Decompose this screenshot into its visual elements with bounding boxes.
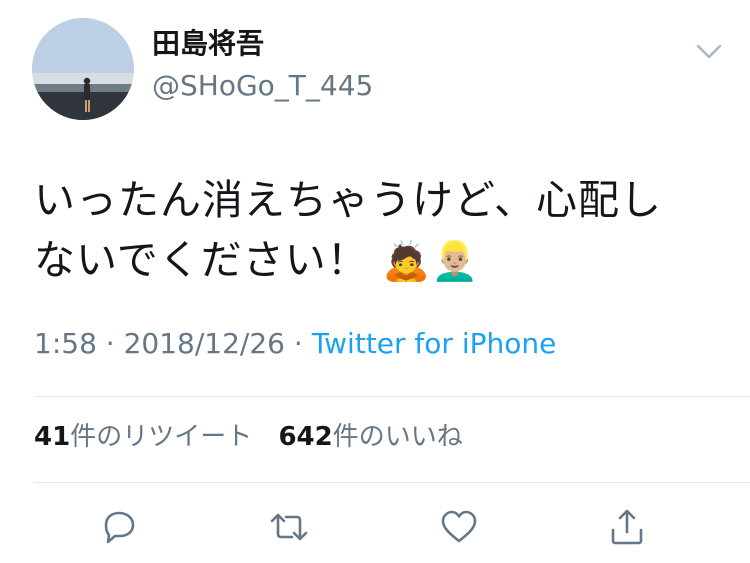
tweet-text: いったん消えちゃうけど、心配し ないでください！ 🙇👱🏼‍♂️	[34, 170, 724, 291]
heart-icon[interactable]	[438, 506, 480, 548]
meta-separator: ·	[96, 327, 124, 360]
display-name[interactable]: 田島将吾	[152, 30, 264, 58]
likes-count: 642	[278, 422, 333, 452]
avatar-photo	[32, 18, 134, 120]
tweet-text-line-2: ないでください！ 🙇👱🏼‍♂️	[34, 230, 724, 291]
divider	[34, 396, 750, 397]
tweet-meta: 1:58 · 2018/12/26 · Twitter for iPhone	[34, 330, 556, 358]
meta-separator: ·	[284, 327, 312, 360]
retweets-stat[interactable]: 41件のリツイート	[34, 422, 252, 452]
user-handle[interactable]: @SHoGo_T_445	[152, 72, 373, 100]
tweet-text-line-2-text: ないでください！	[34, 236, 369, 284]
chevron-down-icon[interactable]	[696, 42, 722, 62]
tweet-text-line-1: いったん消えちゃうけど、心配し	[34, 176, 662, 224]
retweets-count: 41	[34, 422, 71, 452]
engagement-stats: 41件のリツイート 642件のいいね	[34, 424, 481, 450]
blond-man-emoji: 👱🏼‍♂️	[431, 239, 480, 283]
retweet-icon[interactable]	[268, 506, 310, 548]
tweet-date: 2018/12/26	[123, 327, 285, 360]
likes-stat[interactable]: 642件のいいね	[278, 422, 462, 452]
retweets-label: 件のリツイート	[70, 422, 253, 452]
share-icon[interactable]	[606, 506, 648, 548]
tweet-card: 田島将吾 @SHoGo_T_445 いったん消えちゃうけど、心配し ないでくださ…	[0, 0, 750, 563]
avatar[interactable]	[32, 18, 134, 120]
likes-label: 件のいいね	[332, 422, 463, 452]
tweet-source-link[interactable]: Twitter for iPhone	[312, 327, 557, 360]
bowing-person-emoji: 🙇	[382, 239, 432, 283]
tweet-time: 1:58	[34, 327, 97, 360]
reply-icon[interactable]	[98, 506, 140, 548]
divider	[34, 482, 750, 483]
